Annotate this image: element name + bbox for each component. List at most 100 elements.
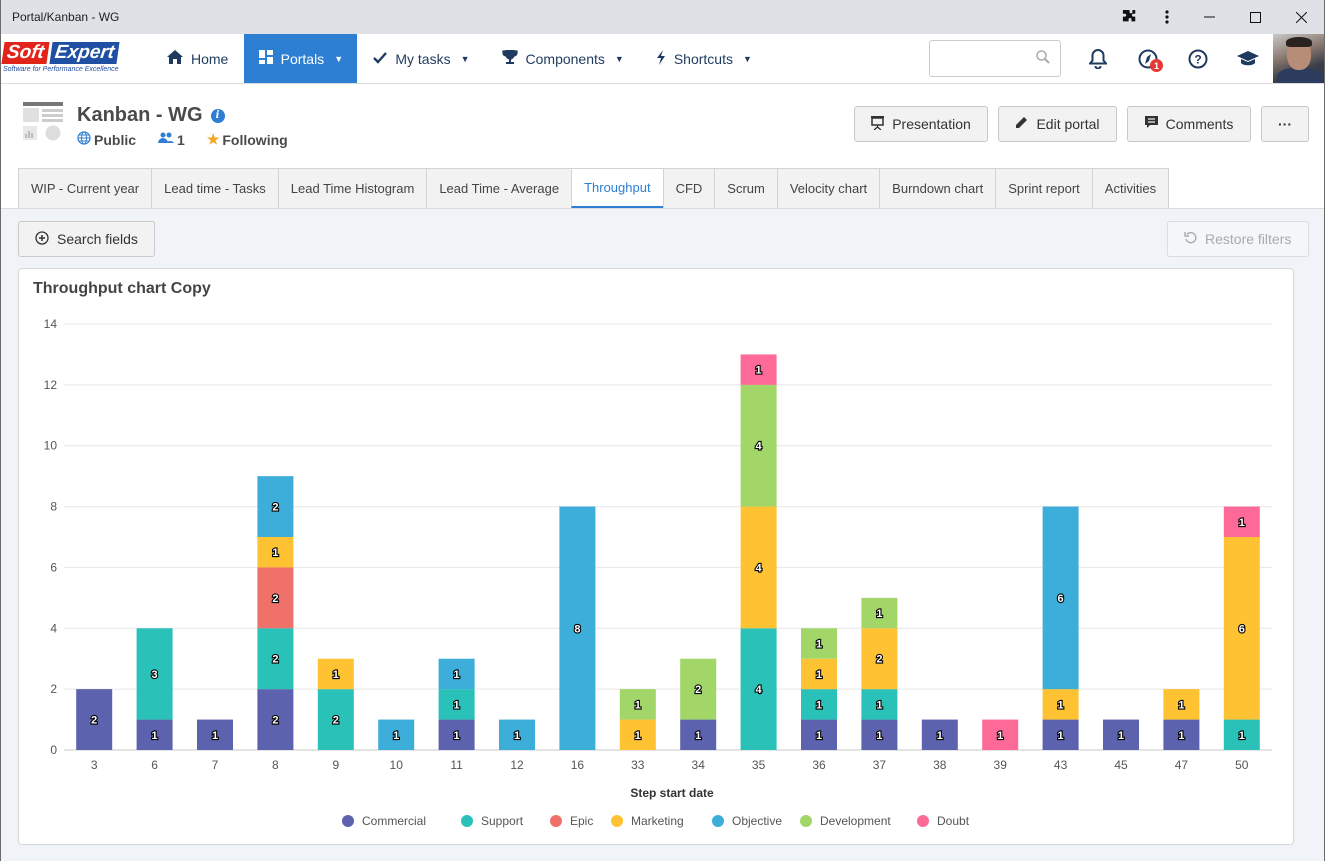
tab-lead-time-average[interactable]: Lead Time - Average — [426, 168, 573, 208]
data-label: 2 — [876, 654, 882, 666]
title-bar: Portal/Kanban - WG — [1, 0, 1324, 34]
presentation-icon — [871, 115, 885, 133]
y-tick-label: 6 — [50, 560, 57, 574]
plus-circle-icon — [35, 230, 49, 248]
nav-home[interactable]: Home — [151, 34, 244, 83]
x-tick-label: 50 — [1235, 758, 1249, 772]
legend-item-commercial[interactable]: Commercial — [362, 814, 426, 828]
notifications-bell-icon[interactable] — [1073, 34, 1123, 83]
minimize-button[interactable] — [1186, 0, 1232, 34]
tab-scrum[interactable]: Scrum — [714, 168, 778, 208]
members-count[interactable]: 1 — [158, 131, 185, 148]
data-label: 2 — [272, 654, 278, 666]
comments-button[interactable]: Comments — [1127, 106, 1251, 142]
tab-wip-current-year[interactable]: WIP - Current year — [18, 168, 153, 208]
data-label: 1 — [454, 699, 460, 711]
data-label: 1 — [1239, 730, 1245, 742]
y-tick-label: 2 — [50, 682, 57, 696]
more-options-button[interactable]: ··· — [1261, 106, 1309, 142]
page-bottom-strip — [1, 849, 1324, 861]
pencil-icon — [1015, 116, 1028, 132]
data-label: 1 — [152, 730, 158, 742]
browser-menu-icon[interactable] — [1148, 0, 1186, 34]
extensions-icon[interactable] — [1110, 0, 1148, 34]
legend-item-objective[interactable]: Objective — [732, 814, 782, 828]
x-tick-label: 3 — [91, 758, 98, 772]
y-tick-label: 12 — [44, 378, 58, 392]
svg-text:?: ? — [1194, 52, 1201, 66]
data-label: 1 — [997, 730, 1003, 742]
portal-tabs: WIP - Current year Lead time - Tasks Lea… — [18, 168, 1170, 208]
data-label: 2 — [91, 715, 97, 727]
nav-portals[interactable]: Portals ▼ — [244, 34, 358, 83]
search-icon[interactable] — [1036, 50, 1050, 67]
data-label: 1 — [876, 699, 882, 711]
maximize-button[interactable] — [1232, 0, 1278, 34]
restore-filters-button[interactable]: Restore filters — [1167, 221, 1309, 257]
learning-cap-icon[interactable] — [1223, 34, 1273, 83]
caret-down-icon: ▼ — [614, 53, 624, 64]
portal-title: Kanban - WG i — [77, 104, 225, 127]
data-label: 1 — [816, 639, 822, 651]
portal-meta: Public 1 ★ Following — [77, 131, 288, 148]
x-tick-label: 36 — [812, 758, 826, 772]
tab-lead-time-tasks[interactable]: Lead time - Tasks — [151, 168, 279, 208]
tab-throughput[interactable]: Throughput — [571, 168, 664, 208]
data-label: 1 — [1178, 699, 1184, 711]
x-axis-label: Step start date — [630, 786, 714, 800]
nav-components[interactable]: Components ▼ — [486, 34, 640, 83]
info-icon[interactable]: i — [210, 108, 225, 123]
legend-marker-development — [800, 815, 812, 827]
portal-header: Kanban - WG i Public 1 ★ Following Prese… — [1, 84, 1324, 209]
legend-item-development[interactable]: Development — [820, 814, 891, 828]
search-fields-button[interactable]: Search fields — [18, 221, 155, 257]
global-search[interactable] — [929, 40, 1061, 77]
legend-item-epic[interactable]: Epic — [570, 814, 593, 828]
data-label: 8 — [574, 623, 580, 635]
legend-item-support[interactable]: Support — [481, 814, 524, 828]
data-label: 1 — [816, 730, 822, 742]
filter-toolbar: Search fields Restore filters — [1, 209, 1324, 259]
legend-marker-support — [461, 815, 473, 827]
search-input[interactable] — [930, 41, 1030, 76]
y-tick-label: 0 — [50, 743, 57, 757]
legend-item-marketing[interactable]: Marketing — [631, 814, 684, 828]
comment-icon — [1144, 116, 1158, 132]
x-tick-label: 38 — [933, 758, 947, 772]
tab-sprint-report[interactable]: Sprint report — [995, 168, 1093, 208]
tab-velocity-chart[interactable]: Velocity chart — [776, 168, 881, 208]
x-tick-label: 7 — [212, 758, 219, 772]
x-tick-label: 12 — [510, 758, 524, 772]
presentation-button[interactable]: Presentation — [854, 106, 988, 142]
visibility-status: Public — [77, 131, 136, 148]
globe-icon — [77, 131, 91, 148]
tab-lead-time-histogram[interactable]: Lead Time Histogram — [277, 168, 428, 208]
portals-icon — [258, 50, 273, 67]
user-avatar[interactable] — [1273, 34, 1324, 83]
softexpert-logo[interactable]: Soft Expert Software for Performance Exc… — [1, 34, 151, 83]
data-label: 2 — [272, 715, 278, 727]
tab-activities[interactable]: Activities — [1091, 168, 1170, 208]
data-label: 1 — [212, 730, 218, 742]
data-label: 1 — [635, 699, 641, 711]
edit-portal-button[interactable]: Edit portal — [998, 106, 1117, 142]
bolt-icon — [656, 49, 666, 68]
legend-item-doubt[interactable]: Doubt — [937, 814, 970, 828]
x-tick-label: 33 — [631, 758, 645, 772]
caret-down-icon: ▼ — [460, 53, 470, 64]
tab-burndown-chart[interactable]: Burndown chart — [879, 168, 997, 208]
chart-card: Throughput chart Copy 0 2 4 6 8 10 12 14 2 3 1 3 6 1 7… — [18, 268, 1294, 845]
compass-icon[interactable]: 1 — [1123, 34, 1173, 83]
nav-shortcuts[interactable]: Shortcuts ▼ — [640, 34, 768, 83]
tab-cfd[interactable]: CFD — [662, 168, 716, 208]
x-tick-label: 9 — [332, 758, 339, 772]
nav-my-tasks[interactable]: My tasks ▼ — [357, 34, 485, 83]
portal-thumbnail-icon — [21, 102, 65, 146]
following-status[interactable]: ★ Following — [207, 131, 288, 148]
data-label: 4 — [756, 562, 763, 574]
help-icon[interactable]: ? — [1173, 34, 1223, 83]
close-button[interactable] — [1278, 0, 1324, 34]
data-label: 4 — [756, 684, 763, 696]
x-tick-label: 16 — [571, 758, 585, 772]
data-label: 3 — [152, 669, 158, 681]
